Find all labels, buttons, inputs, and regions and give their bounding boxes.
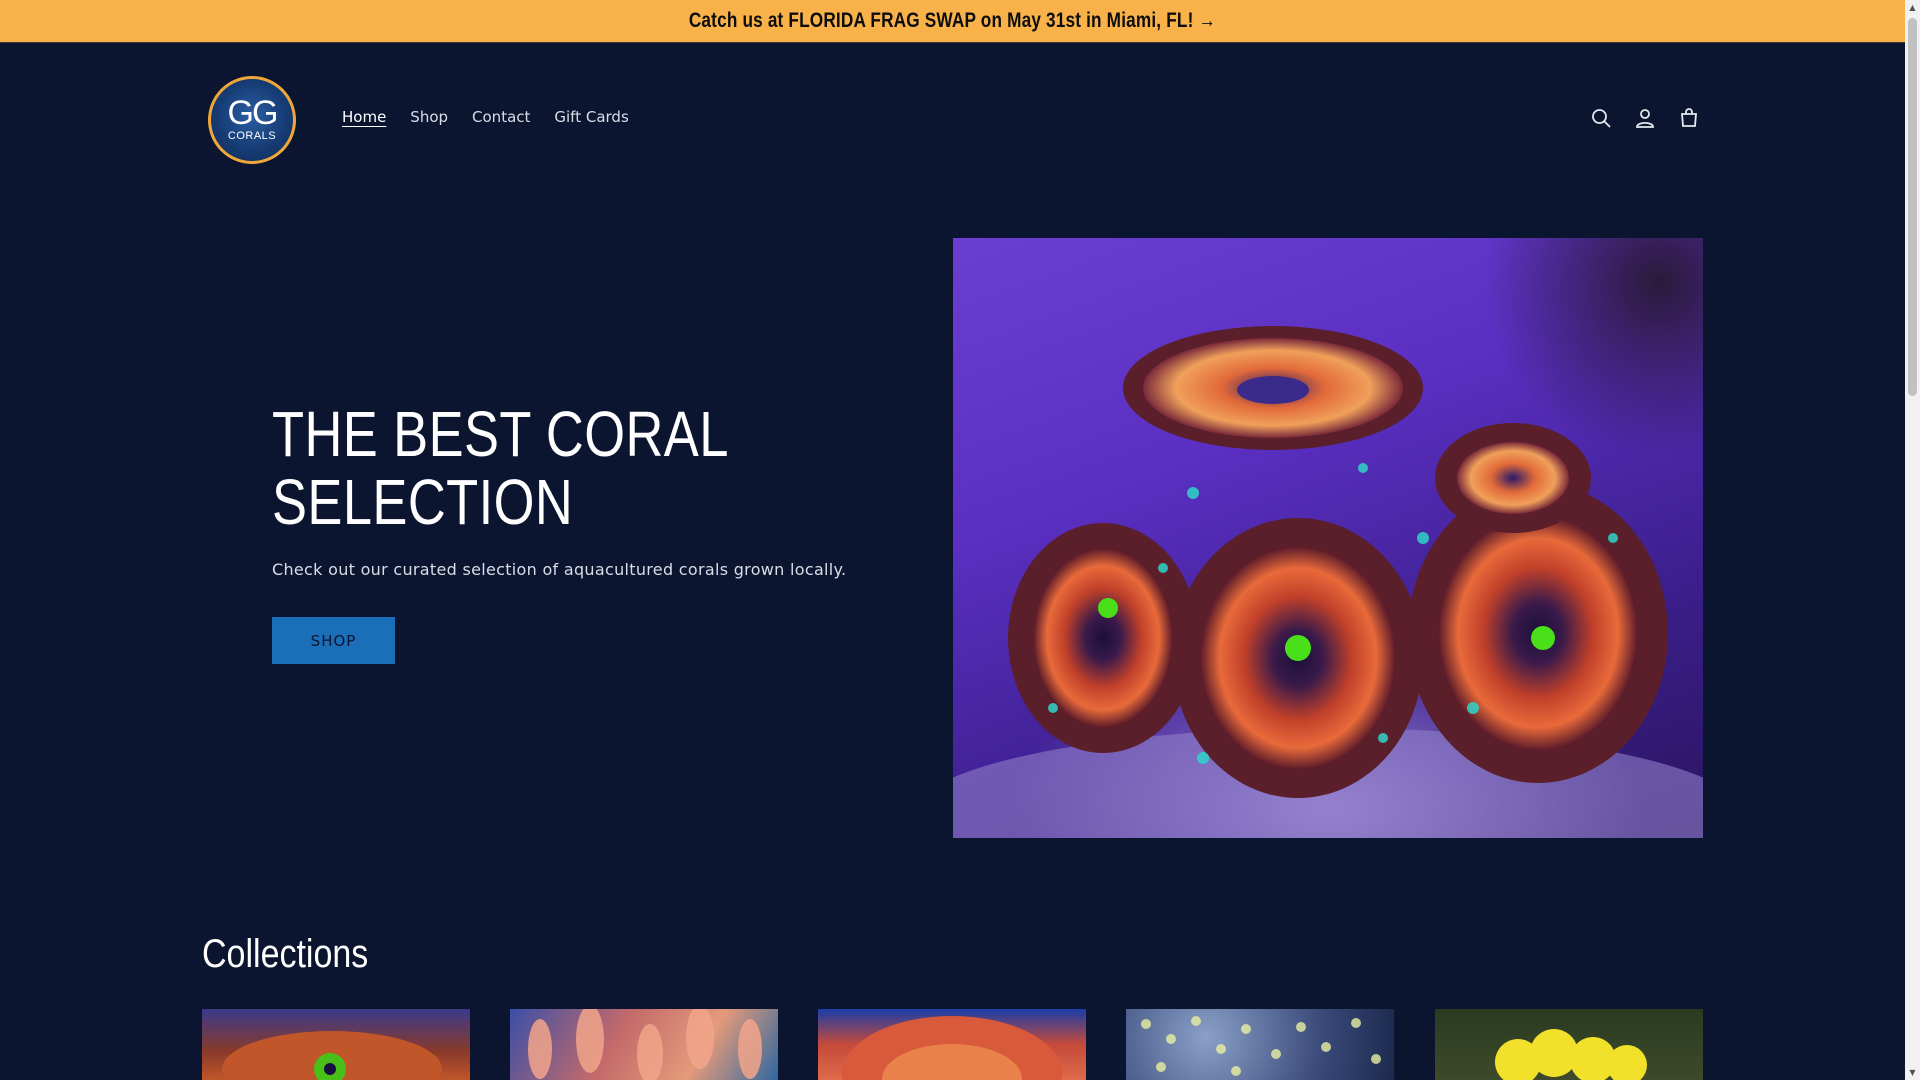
hero-coral-image: [953, 238, 1703, 838]
collection-image-4: [1141, 1016, 1381, 1076]
nav-item-contact[interactable]: Contact: [472, 108, 530, 126]
collections-heading: Collections: [202, 932, 369, 976]
hero-image-shadow: [1483, 238, 1703, 458]
account-icon[interactable]: [1633, 106, 1657, 130]
scroll-down-arrow-icon[interactable]: ▼: [1905, 1065, 1920, 1080]
scrollbar-thumb[interactable]: [1908, 18, 1917, 396]
main-navigation: Home Shop Contact Gift Cards: [342, 108, 629, 126]
nav-item-home[interactable]: Home: [342, 108, 386, 126]
search-icon[interactable]: [1589, 106, 1613, 130]
collection-card-4[interactable]: [1126, 1009, 1394, 1080]
cart-icon[interactable]: [1677, 106, 1701, 130]
hero-shop-button[interactable]: SHOP: [272, 617, 395, 664]
header-icons: [1589, 106, 1701, 130]
scrollbar[interactable]: ▲ ▼: [1905, 0, 1920, 1080]
collection-card-1[interactable]: [202, 1009, 470, 1080]
collection-card-5[interactable]: [1435, 1009, 1703, 1080]
logo-text-corals: CORALS: [227, 130, 277, 142]
hero-title-line-2: SELECTION: [272, 466, 574, 538]
collection-image-2: [528, 1009, 762, 1080]
collection-card-3[interactable]: [818, 1009, 1086, 1080]
collection-image-3: [842, 1016, 1062, 1080]
announcement-link[interactable]: Catch us at FLORIDA FRAG SWAP on May 31s…: [689, 9, 1216, 33]
announcement-bar: Catch us at FLORIDA FRAG SWAP on May 31s…: [0, 0, 1905, 43]
hero-title: THE BEST CORAL SELECTION: [272, 400, 731, 536]
hero-subtitle: Check out our curated selection of aquac…: [272, 560, 847, 579]
nav-item-gift-cards[interactable]: Gift Cards: [554, 108, 628, 126]
site-logo[interactable]: GG CORALS: [208, 76, 296, 164]
yellow-coral-ball: [1607, 1045, 1647, 1080]
collection-image-1: [222, 1031, 442, 1080]
hero-title-line-1: THE BEST CORAL: [272, 398, 729, 470]
collection-card-2[interactable]: [510, 1009, 778, 1080]
nav-item-shop[interactable]: Shop: [410, 108, 448, 126]
scroll-up-arrow-icon[interactable]: ▲: [1905, 0, 1920, 15]
logo-text-gg: GG: [227, 94, 279, 132]
